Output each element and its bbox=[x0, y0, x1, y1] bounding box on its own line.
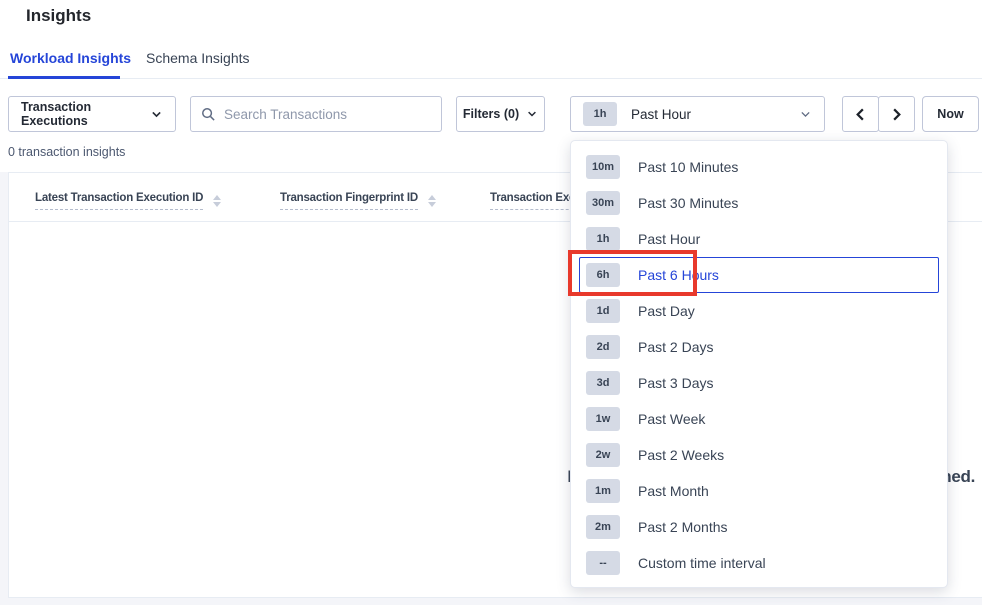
time-option-past-week[interactable]: 1w Past Week bbox=[571, 401, 947, 437]
chevron-down-icon bbox=[799, 108, 812, 121]
time-option-past-2-weeks[interactable]: 2w Past 2 Weeks bbox=[571, 437, 947, 473]
time-option-past-6-hours[interactable]: 6h Past 6 Hours bbox=[579, 257, 939, 293]
search-box[interactable] bbox=[190, 96, 442, 132]
time-option-past-month[interactable]: 1m Past Month bbox=[571, 473, 947, 509]
sort-icon[interactable] bbox=[428, 192, 436, 207]
time-option-past-10-minutes[interactable]: 10m Past 10 Minutes bbox=[571, 149, 947, 185]
time-interval-badge: 1h bbox=[583, 102, 617, 126]
now-button-label: Now bbox=[937, 107, 963, 121]
insight-type-select[interactable]: Transaction Executions bbox=[8, 96, 176, 132]
tab-workload-insights[interactable]: Workload Insights bbox=[10, 50, 131, 66]
column-header-txn-fingerprint-id[interactable]: Transaction Fingerprint ID bbox=[280, 192, 436, 210]
search-icon bbox=[201, 107, 216, 122]
time-option-past-hour[interactable]: 1h Past Hour bbox=[571, 221, 947, 257]
chevron-right-icon bbox=[889, 107, 904, 122]
page-title: Insights bbox=[26, 6, 91, 26]
time-option-past-2-months[interactable]: 2m Past 2 Months bbox=[571, 509, 947, 545]
chevron-down-icon bbox=[526, 108, 538, 120]
active-tab-underline bbox=[8, 76, 120, 79]
column-header-latest-txn-execution-id[interactable]: Latest Transaction Execution ID bbox=[35, 192, 221, 210]
time-option-past-3-days[interactable]: 3d Past 3 Days bbox=[571, 365, 947, 401]
time-interval-select[interactable]: 1h Past Hour bbox=[570, 96, 825, 132]
tabbar-divider bbox=[0, 78, 982, 79]
insights-page: Insights Workload Insights Schema Insigh… bbox=[0, 0, 982, 605]
filters-button-label: Filters (0) bbox=[463, 107, 519, 121]
time-prev-button[interactable] bbox=[842, 96, 879, 132]
chevron-left-icon bbox=[853, 107, 868, 122]
now-button[interactable]: Now bbox=[922, 96, 979, 132]
chevron-down-icon bbox=[150, 108, 163, 121]
time-option-past-day[interactable]: 1d Past Day bbox=[571, 293, 947, 329]
time-option-past-2-days[interactable]: 2d Past 2 Days bbox=[571, 329, 947, 365]
search-input[interactable] bbox=[224, 107, 431, 122]
sort-icon[interactable] bbox=[213, 192, 221, 207]
time-next-button[interactable] bbox=[878, 96, 915, 132]
insight-type-select-label: Transaction Executions bbox=[21, 100, 150, 128]
insights-count-text: 0 transaction insights bbox=[8, 145, 125, 159]
time-interval-dropdown: 10m Past 10 Minutes 30m Past 30 Minutes … bbox=[570, 140, 948, 588]
time-option-past-30-minutes[interactable]: 30m Past 30 Minutes bbox=[571, 185, 947, 221]
filters-button[interactable]: Filters (0) bbox=[456, 96, 545, 132]
time-option-custom-interval[interactable]: -- Custom time interval bbox=[571, 545, 947, 581]
tab-schema-insights[interactable]: Schema Insights bbox=[146, 50, 250, 66]
time-interval-label: Past Hour bbox=[631, 107, 691, 122]
